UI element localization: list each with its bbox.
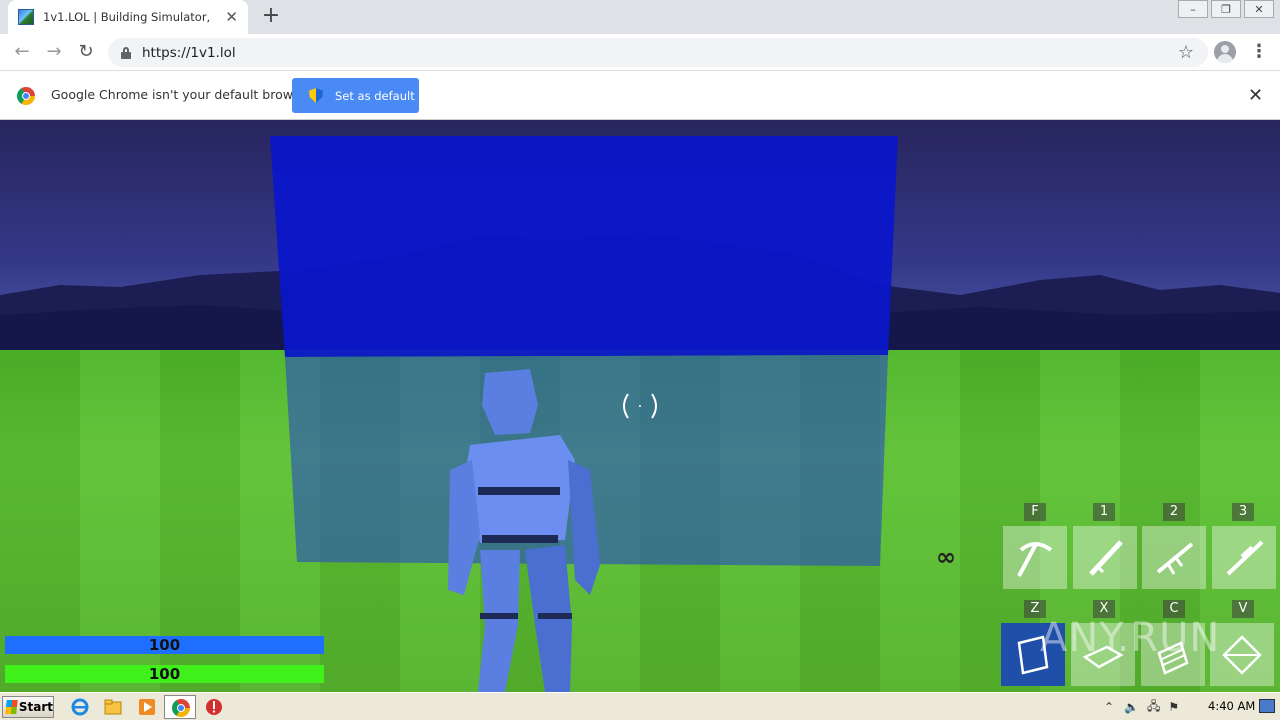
- assault-rifle-icon: [1156, 541, 1194, 575]
- anyrun-watermark: ANY.RUN: [1040, 615, 1221, 661]
- slot-key-2: 2: [1163, 503, 1185, 521]
- browser-toolbar: ← → ↻ https://1v1.lol ☆ ⋮: [0, 34, 1280, 71]
- bookmark-star-icon[interactable]: ☆: [1178, 42, 1194, 63]
- infobar-message: Google Chrome isn't your default browser: [51, 87, 313, 102]
- browser-tab[interactable]: 1v1.LOL | Building Simulator, Battle Roy…: [8, 0, 248, 34]
- profile-avatar-icon[interactable]: [1214, 41, 1236, 63]
- tab-close-icon[interactable]: ✕: [225, 9, 238, 25]
- weapon-slot-assault-rifle[interactable]: [1142, 526, 1206, 589]
- weapon-slot-shotgun[interactable]: [1073, 526, 1137, 589]
- forward-arrow-icon[interactable]: →: [42, 40, 66, 64]
- ammo-infinity: ∞: [936, 543, 956, 571]
- weapon-slot-pickaxe[interactable]: [1003, 526, 1067, 589]
- action-center-flag-icon[interactable]: ⚑: [1168, 700, 1179, 714]
- set-as-default-label: Set as default: [335, 88, 415, 103]
- tray-expand-icon[interactable]: ⌃: [1104, 700, 1114, 714]
- tab-title: 1v1.LOL | Building Simulator, Battle Roy…: [43, 10, 211, 24]
- set-as-default-button[interactable]: Set as default: [292, 78, 419, 113]
- start-button[interactable]: Start: [2, 696, 54, 718]
- default-browser-infobar: Google Chrome isn't your default browser…: [0, 71, 1280, 120]
- crosshair-icon: [623, 393, 657, 419]
- minimize-button[interactable]: –: [1178, 0, 1208, 18]
- infobar-close-icon[interactable]: ✕: [1248, 85, 1263, 106]
- start-label: Start: [18, 700, 53, 714]
- shield-bar: 100: [5, 636, 324, 654]
- back-arrow-icon[interactable]: ←: [10, 40, 34, 64]
- file-explorer-icon[interactable]: [104, 698, 122, 716]
- shotgun-icon: [1089, 539, 1123, 576]
- taskbar-clock[interactable]: 4:40 AM: [1208, 699, 1255, 713]
- game-canvas[interactable]: 100 100 ∞ F 1 2 3 Z X C V ANY.RUN: [0, 120, 1280, 692]
- new-tab-button[interactable]: +: [260, 4, 282, 28]
- window-controls: – ❐ ✕: [1175, 0, 1274, 18]
- health-bar: 100: [5, 665, 324, 683]
- network-icon[interactable]: 🖧: [1147, 697, 1160, 718]
- weapon-slot-sniper[interactable]: [1212, 526, 1276, 589]
- stop-sign-icon[interactable]: [205, 698, 223, 716]
- kebab-menu-icon[interactable]: ⋮: [1250, 40, 1268, 64]
- taskbar-chrome-button[interactable]: [164, 695, 196, 719]
- player-character: [448, 369, 600, 692]
- volume-icon[interactable]: 🔈: [1124, 700, 1139, 714]
- slot-key-3: 3: [1232, 503, 1254, 521]
- site-favicon-icon: [18, 9, 34, 25]
- uac-shield-icon: [309, 88, 323, 103]
- taskbar-chrome-icon: [172, 699, 190, 717]
- system-tray: ⌃ 🔈 🖧 ⚑: [1104, 696, 1179, 718]
- lock-icon: [120, 46, 132, 59]
- restore-button[interactable]: ❐: [1211, 0, 1241, 18]
- windows-logo-icon: [5, 700, 18, 714]
- show-desktop-icon[interactable]: [1259, 699, 1275, 713]
- windows-taskbar: Start ⌃ 🔈 🖧 ⚑ 4:40 AM: [0, 692, 1280, 720]
- slot-key-v: V: [1232, 600, 1254, 618]
- media-player-icon[interactable]: [138, 698, 156, 716]
- close-window-button[interactable]: ✕: [1244, 0, 1274, 18]
- cone-build-icon: [1222, 634, 1262, 675]
- slot-key-f: F: [1024, 503, 1046, 521]
- tab-strip: 1v1.LOL | Building Simulator, Battle Roy…: [0, 0, 1280, 34]
- slot-key-1: 1: [1093, 503, 1115, 521]
- reload-icon[interactable]: ↻: [74, 40, 98, 64]
- address-bar[interactable]: https://1v1.lol ☆: [108, 38, 1208, 67]
- url-text: https://1v1.lol: [142, 44, 236, 61]
- chrome-logo-icon: [17, 87, 35, 105]
- sniper-rifle-icon: [1226, 540, 1264, 575]
- internet-explorer-icon[interactable]: [71, 698, 89, 716]
- pickaxe-icon: [1017, 541, 1053, 577]
